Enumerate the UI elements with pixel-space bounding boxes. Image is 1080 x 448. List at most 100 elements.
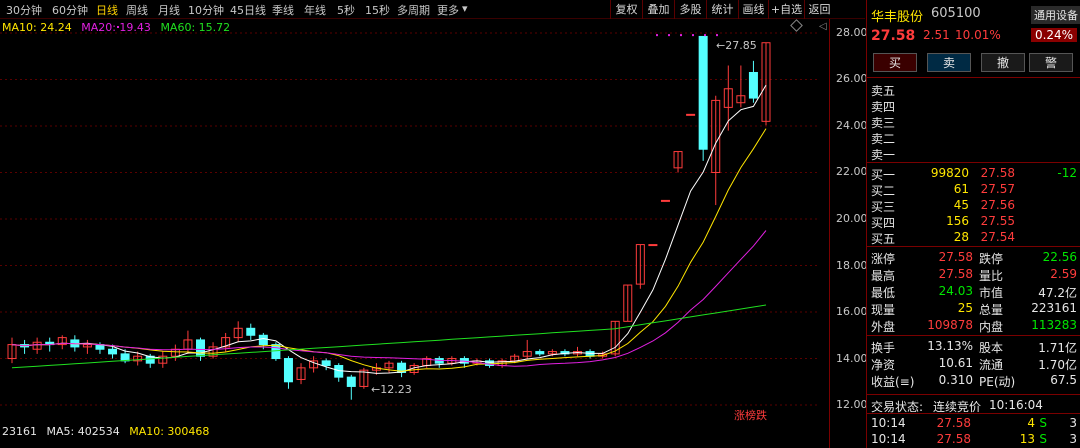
limit-tag[interactable]: 涨榜跌 (734, 407, 767, 423)
ask-row: 卖二 (867, 130, 1080, 146)
bid-label: 买四 (871, 216, 896, 230)
last-price: 27.58 (871, 28, 916, 44)
stat-value: 223161 (1031, 301, 1077, 315)
stat-value: 2.59 (1050, 267, 1077, 281)
stat-label: PE(动) (979, 375, 1016, 389)
period-tab-7[interactable]: 季线 (272, 2, 294, 18)
toolbar-button-0[interactable]: 复权 (610, 0, 642, 19)
chevron-left-icon[interactable]: ◁ (819, 21, 827, 32)
stat-value: 22.56 (1042, 250, 1077, 264)
candle-body-52 (660, 199, 670, 202)
period-toolbar: 30分钟 60分钟 日线 周线 月线 10分钟 45日线 季线 年线 5秒 15秒 多周期 更多 ▾ 复权叠… (0, 0, 865, 19)
bid-volume: 28 (953, 230, 969, 244)
side-collapse-tab[interactable] (818, 19, 830, 448)
stat-row: 最高 27.58 量比 2.59 (867, 267, 1080, 283)
toolbar-button-2[interactable]: 多股 (674, 0, 706, 19)
stat-label: 内盘 (979, 320, 1004, 334)
ma10-legend: MA10: 24.24 (2, 21, 72, 34)
stat-value: 25 (957, 301, 973, 315)
stat-label: 股本 (979, 341, 1004, 355)
y-tick-label-5: 18.00 (836, 258, 868, 272)
y-tick-label-4: 20.00 (836, 212, 868, 225)
bid-row: 买四 27.55 156 (867, 214, 1080, 230)
low-price-label: ←12.23 (371, 383, 412, 396)
period-tab-9[interactable]: 5秒 (337, 2, 355, 18)
stat-label: 市值 (979, 286, 1004, 300)
bid-label: 买二 (871, 184, 896, 198)
bid-volume: 61 (953, 182, 969, 196)
ask-row: 卖三 (867, 114, 1080, 130)
toolbar-button-1[interactable]: 叠加 (642, 0, 674, 19)
tick-price: 27.58 (936, 432, 971, 446)
stat-row: 外盘 109878 内盘 113283 (867, 318, 1080, 334)
toolbar-button-6[interactable]: 返回 (804, 0, 834, 19)
candle-body-9 (120, 353, 130, 362)
tick-price: 27.58 (936, 416, 971, 430)
ask-label: 卖五 (871, 84, 896, 98)
ask-label: 卖四 (871, 100, 896, 114)
stat-value: 67.5 (1050, 373, 1077, 387)
tick-side: S (1039, 416, 1047, 430)
toolbar-button-4[interactable]: 画线 (738, 0, 768, 19)
period-tab-6[interactable]: 45日线 (230, 2, 266, 18)
ask-row: 卖四 (867, 98, 1080, 114)
trade-button-2[interactable]: 撤 (981, 53, 1025, 72)
period-tab-11[interactable]: 多周期 (397, 2, 430, 18)
kline-chart[interactable]: MA10: 24.24 MA20: 19.43 MA60: 15.72 2316… (0, 19, 868, 448)
limit-dot-4 (704, 34, 706, 37)
candle-body-22 (283, 358, 293, 383)
period-tab-4[interactable]: 月线 (158, 2, 180, 18)
period-tab-5[interactable]: 10分钟 (188, 2, 224, 18)
stat-label: 现量 (871, 303, 896, 317)
stat-row: 换手 13.13% 股本 1.71亿 (867, 339, 1080, 355)
stat-value: 24.03 (938, 284, 973, 298)
y-tick-label-2: 24.00 (836, 118, 868, 132)
toolbar-button-3[interactable]: 统计 (706, 0, 738, 19)
sector-change-badge: 0.24% (1031, 28, 1077, 42)
candle-body-59 (748, 71, 758, 99)
candle-body-54 (686, 113, 696, 116)
period-tab-2[interactable]: 日线 (96, 2, 118, 18)
stat-label: 净资 (871, 358, 896, 372)
chevron-down-icon[interactable]: ▾ (462, 2, 468, 15)
y-tick-label-3: 22.00 (836, 165, 868, 179)
period-tab-12[interactable]: 更多 (437, 2, 459, 18)
bid-price: 27.58 (980, 166, 1015, 180)
bid-volume: 156 (946, 214, 969, 228)
toolbar-button-5[interactable]: +自选 (768, 0, 804, 19)
stat-label: 跌停 (979, 252, 1004, 266)
bid-delta: -12 (1057, 166, 1077, 180)
period-tab-10[interactable]: 15秒 (365, 2, 390, 18)
tick-volume: 13 (1019, 432, 1035, 446)
tick-time: 10:14 (871, 432, 906, 446)
trade-button-1[interactable]: 卖 (927, 53, 971, 72)
y-tick-label-8: 12.00 (836, 398, 868, 412)
stat-label: 外盘 (871, 320, 896, 334)
candle-body-55 (698, 35, 708, 150)
quote-panel: 华丰股份 605100 通用设备 27.58 2.51 10.01% 0.24%… (866, 0, 1080, 448)
stat-value: 27.58 (938, 267, 973, 281)
limit-dot-5 (716, 34, 718, 37)
stat-row: 最低 24.03 市值 47.2亿 (867, 284, 1080, 300)
trade-button-0[interactable]: 买 (873, 53, 917, 72)
candle-body-15 (196, 339, 205, 357)
sector-button[interactable]: 通用设备 (1031, 6, 1080, 24)
ask-row: 卖五 (867, 82, 1080, 98)
candle-body-25 (321, 360, 331, 367)
tick-row: 10:14 27.58 4 S 3 (867, 416, 1080, 431)
stat-row: 收益(≡) 0.310 PE(动) 67.5 (867, 373, 1080, 389)
price-change-pct: 10.01% (955, 28, 1001, 42)
period-tab-8[interactable]: 年线 (304, 2, 326, 18)
stat-label: 收益(≡) (871, 375, 915, 389)
limit-tag-text: 涨榜跌 (734, 409, 767, 422)
period-tab-1[interactable]: 60分钟 (52, 2, 88, 18)
tick-time: 10:14 (871, 416, 906, 430)
period-tab-3[interactable]: 周线 (126, 2, 148, 18)
y-tick-label-6: 16.00 (836, 305, 868, 319)
stat-value: 10.61 (938, 356, 973, 370)
bid-row: 买二 27.57 61 (867, 182, 1080, 198)
candle-body-42 (535, 351, 545, 355)
limit-dot-1 (668, 34, 670, 37)
period-tab-0[interactable]: 30分钟 (6, 2, 42, 18)
trade-button-3[interactable]: 警 (1029, 53, 1073, 72)
